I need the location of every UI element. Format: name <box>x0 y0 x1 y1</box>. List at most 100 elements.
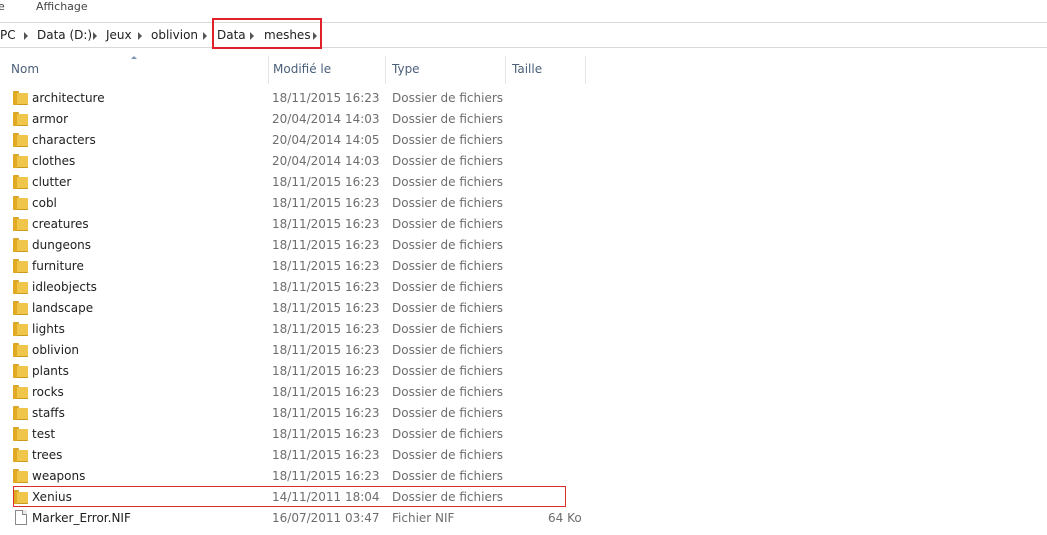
item-name: architecture <box>32 91 105 105</box>
column-separator[interactable] <box>585 56 586 84</box>
folder-icon <box>13 154 28 168</box>
item-name: staffs <box>32 406 65 420</box>
list-item[interactable]: creatures 18/11/2015 16:23 Dossier de fich… <box>0 214 1047 235</box>
column-separator[interactable] <box>385 56 386 84</box>
item-name: clutter <box>32 175 72 189</box>
list-item[interactable]: plants 18/11/2015 16:23 Dossier de fichier… <box>0 361 1047 382</box>
address-bar[interactable]: PC Data (D:) Jeux oblivion Data meshes <box>0 22 1047 48</box>
folder-icon <box>13 133 28 147</box>
list-item[interactable]: weapons 18/11/2015 16:23 Dossier de fichie… <box>0 466 1047 487</box>
chevron-right-icon[interactable] <box>24 32 28 40</box>
item-type: Fichier NIF <box>392 511 455 525</box>
column-header-row: Nom Modifié le Type Taille <box>0 56 1047 84</box>
list-item[interactable]: dungeons 18/11/2015 16:23 Dossier de fichi… <box>0 235 1047 256</box>
list-item[interactable]: architecture 18/11/2015 16:23 Dossier de f… <box>0 88 1047 109</box>
item-name: dungeons <box>32 238 92 252</box>
menu-bar: e Affichage <box>0 0 1047 16</box>
item-type: Dossier de fichiers <box>392 154 504 168</box>
item-modified-date: 18/11/2015 16:23 <box>272 175 380 189</box>
folder-icon <box>13 175 28 189</box>
list-item[interactable]: lights 18/11/2015 16:23 Dossier de fichier… <box>0 319 1047 340</box>
item-modified-date: 18/11/2015 16:23 <box>272 259 380 273</box>
row-highlight-annotation <box>13 486 566 507</box>
folder-icon <box>13 280 28 294</box>
list-item[interactable]: furniture 18/11/2015 16:23 Dossier de fich… <box>0 256 1047 277</box>
item-name: oblivion <box>32 343 80 357</box>
item-type: Dossier de fichiers <box>392 259 504 273</box>
folder-icon <box>13 91 28 105</box>
item-type: Dossier de fichiers <box>392 175 504 189</box>
item-modified-date: 20/04/2014 14:03 <box>272 112 380 126</box>
folder-icon <box>13 448 28 462</box>
list-item[interactable]: staffs 18/11/2015 16:23 Dossier de fichier… <box>0 403 1047 424</box>
item-modified-date: 18/11/2015 16:23 <box>272 427 380 441</box>
list-item[interactable]: oblivion 18/11/2015 16:23 Dossier de fichi… <box>0 340 1047 361</box>
item-name: trees <box>32 448 63 462</box>
item-type: Dossier de fichiers <box>392 133 504 147</box>
folder-icon <box>13 343 28 357</box>
item-size: 64 Ko <box>548 511 582 525</box>
list-item[interactable]: clutter 18/11/2015 16:23 Dossier de fichie… <box>0 172 1047 193</box>
item-modified-date: 18/11/2015 16:23 <box>272 91 380 105</box>
item-modified-date: 18/11/2015 16:23 <box>272 322 380 336</box>
item-type: Dossier de fichiers <box>392 112 504 126</box>
item-type: Dossier de fichiers <box>392 196 504 210</box>
list-item[interactable]: clothes 20/04/2014 14:03 Dossier de fichie… <box>0 151 1047 172</box>
list-item[interactable]: Marker_Error.NIF 16/07/2011 03:47 Fichier … <box>0 508 1047 529</box>
folder-icon <box>13 322 28 336</box>
item-type: Dossier de fichiers <box>392 217 504 231</box>
list-item[interactable]: cobl 18/11/2015 16:23 Dossier de fichiers <box>0 193 1047 214</box>
item-type: Dossier de fichiers <box>392 238 504 252</box>
folder-icon <box>13 364 28 378</box>
folder-icon <box>13 238 28 252</box>
item-modified-date: 18/11/2015 16:23 <box>272 217 380 231</box>
item-type: Dossier de fichiers <box>392 91 504 105</box>
item-type: Dossier de fichiers <box>392 406 504 420</box>
breadcrumb-data-drive[interactable]: Data (D:) <box>37 28 92 42</box>
item-modified-date: 18/11/2015 16:23 <box>272 343 380 357</box>
folder-icon <box>13 112 28 126</box>
item-name: characters <box>32 133 96 147</box>
folder-icon <box>13 196 28 210</box>
column-separator[interactable] <box>268 56 269 84</box>
list-item[interactable]: characters 20/04/2014 14:05 Dossier de fic… <box>0 130 1047 151</box>
item-modified-date: 18/11/2015 16:23 <box>272 280 380 294</box>
column-separator[interactable] <box>505 56 506 84</box>
breadcrumb-pc[interactable]: PC <box>0 28 16 42</box>
folder-icon <box>13 385 28 399</box>
breadcrumb-jeux[interactable]: Jeux <box>106 28 132 42</box>
item-modified-date: 18/11/2015 16:23 <box>272 469 380 483</box>
list-item[interactable]: idleobjects 18/11/2015 16:23 Dossier de fi… <box>0 277 1047 298</box>
item-name: cobl <box>32 196 57 210</box>
folder-icon <box>13 217 28 231</box>
breadcrumb-oblivion[interactable]: oblivion <box>151 28 198 42</box>
item-name: furniture <box>32 259 84 273</box>
folder-icon <box>13 406 28 420</box>
menu-item-affichage[interactable]: Affichage <box>36 0 88 14</box>
list-item[interactable]: rocks 18/11/2015 16:23 Dossier de fichiers <box>0 382 1047 403</box>
list-item[interactable]: trees 18/11/2015 16:23 Dossier de fichiers <box>0 445 1047 466</box>
list-item[interactable]: landscape 18/11/2015 16:23 Dossier de fich… <box>0 298 1047 319</box>
column-header-size[interactable]: Taille <box>512 62 542 76</box>
breadcrumb-highlight-annotation <box>212 18 322 49</box>
item-modified-date: 18/11/2015 16:23 <box>272 364 380 378</box>
item-type: Dossier de fichiers <box>392 385 504 399</box>
list-item[interactable]: test 18/11/2015 16:23 Dossier de fichiers <box>0 424 1047 445</box>
column-header-type[interactable]: Type <box>392 62 420 76</box>
chevron-right-icon[interactable] <box>93 32 97 40</box>
item-name: armor <box>32 112 69 126</box>
chevron-right-icon[interactable] <box>138 32 142 40</box>
item-name: weapons <box>32 469 86 483</box>
item-name: rocks <box>32 385 64 399</box>
item-name: clothes <box>32 154 76 168</box>
chevron-right-icon[interactable] <box>203 32 207 40</box>
folder-icon <box>13 259 28 273</box>
list-item[interactable]: armor 20/04/2014 14:03 Dossier de fichiers <box>0 109 1047 130</box>
folder-icon <box>13 469 28 483</box>
item-modified-date: 18/11/2015 16:23 <box>272 301 380 315</box>
column-header-modified[interactable]: Modifié le <box>273 62 331 76</box>
column-header-name[interactable]: Nom <box>11 62 39 76</box>
item-modified-date: 20/04/2014 14:03 <box>272 154 380 168</box>
menu-item-partial[interactable]: e <box>0 0 5 14</box>
item-modified-date: 18/11/2015 16:23 <box>272 196 380 210</box>
